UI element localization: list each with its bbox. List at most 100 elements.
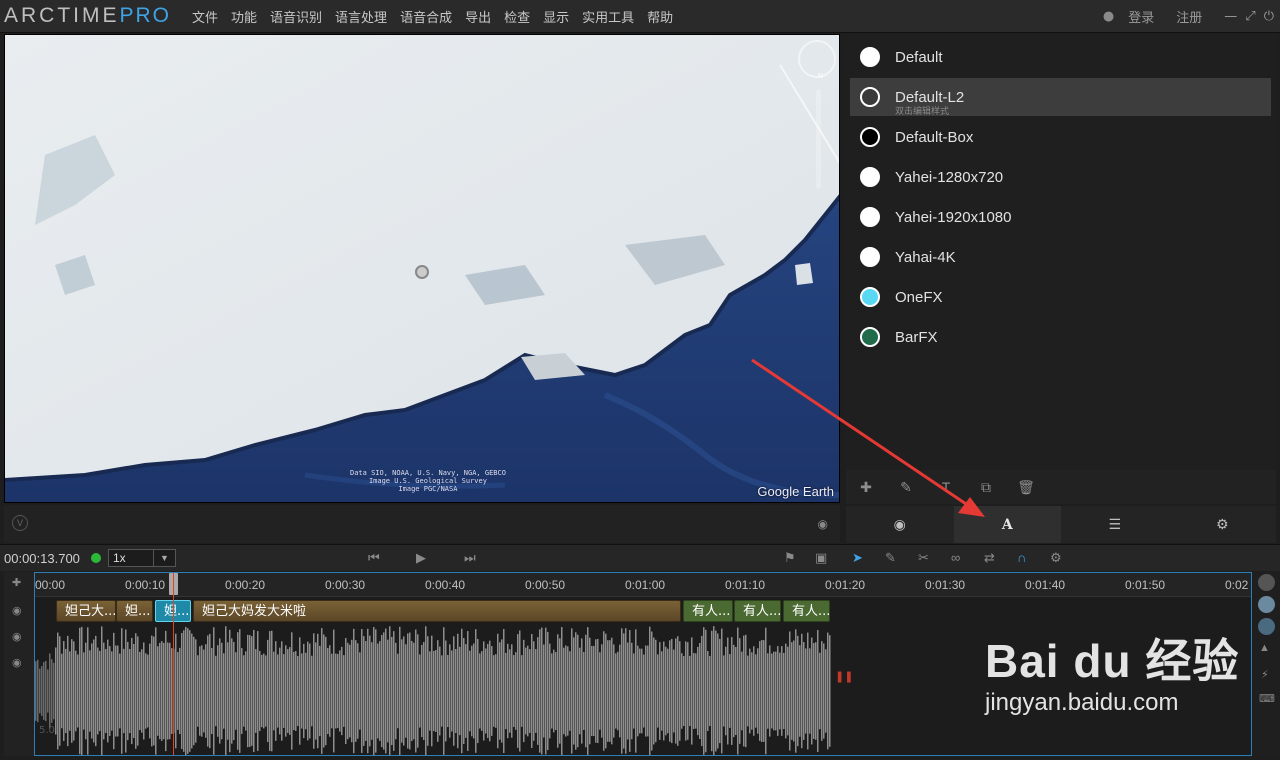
edit-icon[interactable]: ✎: [885, 550, 896, 566]
waveform-bar: [101, 626, 103, 755]
maximize-icon[interactable]: ⤢: [1245, 9, 1255, 24]
swap-icon[interactable]: ⇄: [984, 550, 995, 566]
waveform-bar: [505, 652, 507, 730]
waveform-bar: [673, 649, 675, 733]
style-item-yahei-1280[interactable]: Yahei-1280x720: [850, 158, 1271, 196]
waveform-bar: [357, 643, 359, 739]
waveform-bar: [657, 654, 659, 728]
zoom-circle-icon[interactable]: [1258, 574, 1275, 591]
plus-icon[interactable]: ✚: [846, 479, 886, 496]
waveform-bar: [63, 641, 65, 741]
gear-icon[interactable]: ⚙: [1050, 550, 1062, 566]
waveform-bar: [251, 636, 253, 746]
menu-tools[interactable]: 实用工具: [582, 7, 634, 26]
waveform-bar: [553, 649, 555, 733]
menu-help[interactable]: 帮助: [647, 7, 673, 26]
style-item-barfx[interactable]: BarFX: [850, 318, 1271, 356]
playhead[interactable]: [173, 573, 174, 755]
time-ruler[interactable]: 00:00 0:00:10 0:00:20 0:00:30 0:00:40 0:…: [35, 573, 1251, 597]
lightning-icon[interactable]: ⚡: [1261, 668, 1269, 681]
subtitle-clip[interactable]: 妲己大妈发大米啦: [193, 600, 681, 622]
credit-line: Data SIO, NOAA, U.S. Navy, NGA, GEBCO: [350, 469, 506, 477]
tab-font-styles[interactable]: A: [953, 506, 1061, 543]
menu-language-processing[interactable]: 语言处理: [335, 7, 387, 26]
waveform-bar: [347, 642, 349, 740]
waveform-bar: [327, 647, 329, 735]
next-icon[interactable]: ⏭: [464, 550, 476, 566]
play-icon[interactable]: ▶: [416, 550, 426, 566]
waveform-bar: [271, 630, 273, 752]
zoom-slider[interactable]: [816, 89, 821, 189]
style-item-default-l2[interactable]: Default-L2 双击编辑样式: [850, 78, 1271, 116]
bookmark-icon[interactable]: ⚑: [784, 550, 796, 566]
subtitle-clip[interactable]: 有人...: [783, 600, 830, 622]
logo-pro-text: PRO: [119, 4, 172, 27]
speed-value: 1x: [113, 551, 126, 565]
subtitle-clip[interactable]: 妲...: [116, 600, 153, 622]
audio-waveform[interactable]: 5.0: [35, 625, 835, 756]
copy-icon[interactable]: ⧉: [966, 479, 1006, 496]
trash-icon[interactable]: 🗑: [1006, 479, 1046, 496]
eye-icon[interactable]: ◉: [12, 656, 22, 669]
pencil-icon[interactable]: ✎: [886, 479, 926, 496]
power-icon[interactable]: ⏻: [1264, 9, 1274, 24]
v-icon[interactable]: V: [12, 515, 28, 531]
waveform-bar: [149, 643, 151, 739]
scissors-icon[interactable]: ✂: [918, 550, 929, 566]
subtitle-clip[interactable]: 有人...: [734, 600, 781, 622]
style-color-dot: [860, 87, 880, 107]
eye-icon[interactable]: ◉: [12, 604, 22, 617]
waveform-bar: [243, 655, 245, 727]
keyboard-icon[interactable]: ⌨: [1259, 692, 1275, 705]
tab-comments[interactable]: ◉: [846, 506, 954, 543]
speed-select[interactable]: 1x ▼: [108, 549, 176, 567]
menu-function[interactable]: 功能: [231, 7, 257, 26]
link-icon[interactable]: ∞: [951, 550, 960, 565]
chart-icon[interactable]: ▲: [1259, 642, 1270, 654]
register-link[interactable]: 注册: [1176, 7, 1202, 26]
pointer-icon[interactable]: ➤: [852, 550, 863, 566]
waveform-bar: [497, 633, 499, 749]
waveform-bar: [675, 638, 677, 744]
menu-file[interactable]: 文件: [192, 7, 218, 26]
menu-speech-recognition[interactable]: 语音识别: [270, 7, 322, 26]
video-preview[interactable]: N Data SIO, NOAA, U.S. Navy, NGA, GEBCO …: [4, 34, 840, 503]
ruler-label: 0:01:30: [925, 578, 966, 592]
waveform-bar: [361, 629, 363, 753]
camera-icon[interactable]: ▣: [815, 550, 827, 566]
login-link[interactable]: 登录: [1128, 7, 1154, 26]
menu-check[interactable]: 检查: [504, 7, 530, 26]
minimize-icon[interactable]: —: [1224, 9, 1237, 24]
style-item-yahai-4k[interactable]: Yahai-4K: [850, 238, 1271, 276]
menu-export[interactable]: 导出: [465, 7, 491, 26]
style-item-default[interactable]: Default: [850, 38, 1271, 76]
waveform-bar: [219, 638, 221, 744]
waveform-bar: [191, 633, 193, 749]
ruler-label: 0:00:50: [525, 578, 566, 592]
style-item-onefx[interactable]: OneFX: [850, 278, 1271, 316]
style-color-dot: [860, 287, 880, 307]
text-icon[interactable]: T: [926, 479, 966, 495]
volume-circle-icon[interactable]: [1258, 596, 1275, 613]
previous-icon[interactable]: ⏮: [368, 550, 380, 566]
waveform-bar: [69, 651, 71, 731]
eye-icon[interactable]: ◉: [12, 630, 22, 643]
tab-settings[interactable]: ⚙: [1169, 506, 1277, 543]
tab-list[interactable]: ☰: [1061, 506, 1169, 543]
add-track-icon[interactable]: ✚: [12, 576, 21, 589]
level-circle-icon[interactable]: [1258, 618, 1275, 635]
style-item-default-box[interactable]: Default-Box: [850, 118, 1271, 156]
waveform-bar: [389, 626, 391, 755]
waveform-bar: [531, 634, 533, 748]
waveform-bar: [819, 652, 821, 730]
waveform-bar: [765, 627, 767, 755]
eye-icon[interactable]: ◉: [818, 517, 828, 531]
chevron-down-icon[interactable]: ▼: [153, 550, 175, 566]
style-item-yahei-1920[interactable]: Yahei-1920x1080: [850, 198, 1271, 236]
subtitle-clip[interactable]: 有人...: [683, 600, 733, 622]
subtitle-clip[interactable]: 妲己大...: [56, 600, 116, 622]
menu-display[interactable]: 显示: [543, 7, 569, 26]
menu-speech-synthesis[interactable]: 语音合成: [400, 7, 452, 26]
waveform-bar: [541, 627, 543, 755]
magnet-icon[interactable]: ∩: [1017, 550, 1026, 565]
